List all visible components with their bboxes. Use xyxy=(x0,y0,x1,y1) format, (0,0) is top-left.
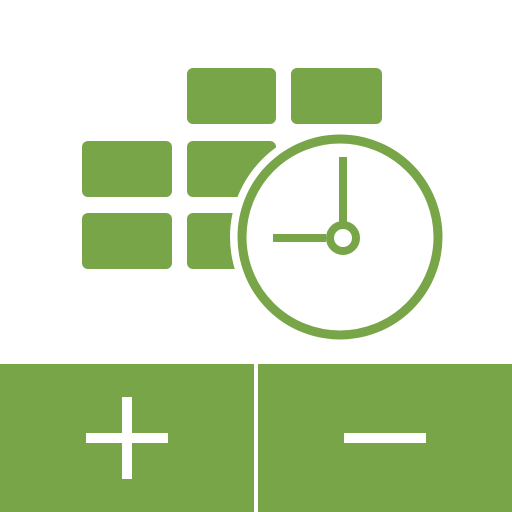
clock-center xyxy=(326,221,360,255)
clock-icon xyxy=(237,134,443,340)
plus-icon xyxy=(86,397,168,479)
app-screen xyxy=(0,0,512,512)
control-bar xyxy=(0,364,512,512)
calendar-block xyxy=(82,213,172,269)
calendar-clock-icon xyxy=(82,68,450,347)
increment-button[interactable] xyxy=(0,364,254,512)
minus-icon xyxy=(344,433,426,443)
calendar-block xyxy=(187,68,276,124)
calendar-block xyxy=(291,68,382,124)
decrement-button[interactable] xyxy=(258,364,512,512)
app-logo xyxy=(0,0,512,364)
calendar-block xyxy=(82,141,172,197)
